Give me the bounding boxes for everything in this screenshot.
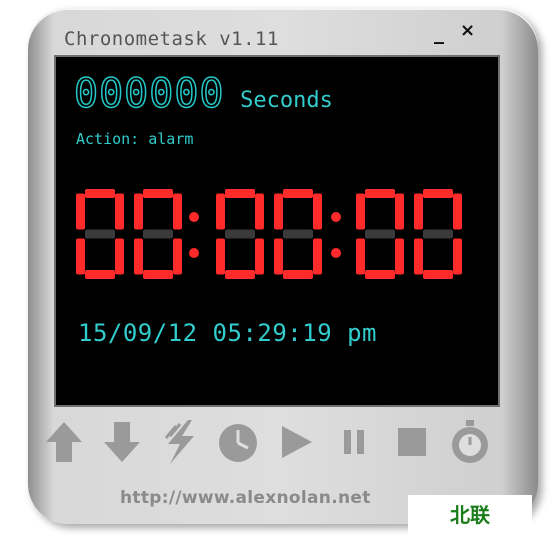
- segment-e: [216, 238, 225, 275]
- segment-c: [313, 238, 322, 275]
- segment-e: [274, 238, 283, 275]
- segment-d: [143, 270, 173, 279]
- lightning-icon[interactable]: [158, 418, 202, 466]
- clock-digit: [216, 189, 264, 279]
- segment-b: [255, 193, 264, 230]
- segment-c: [173, 238, 182, 275]
- minimize-button[interactable]: _: [434, 20, 444, 44]
- segment-e: [76, 238, 85, 275]
- window-title: Chronometask v1.11: [64, 28, 279, 50]
- segment-c: [395, 238, 404, 275]
- segment-e: [414, 238, 423, 275]
- pause-icon[interactable]: [332, 418, 376, 466]
- clock-digit: [76, 189, 124, 279]
- seconds-counter: 000000: [73, 70, 225, 118]
- colon-dot: [331, 212, 341, 222]
- segment-f: [414, 193, 423, 230]
- segment-a: [283, 189, 313, 198]
- segment-f: [216, 193, 225, 230]
- segment-d: [423, 270, 453, 279]
- app-window: Chronometask v1.11 _ × 000000 Seconds Ac…: [28, 8, 538, 524]
- seconds-label: Seconds: [240, 88, 333, 113]
- seven-segment-clock: [76, 189, 462, 279]
- segment-c: [255, 238, 264, 275]
- segment-d: [85, 270, 115, 279]
- colon-dot: [189, 248, 199, 258]
- display-screen: 000000 Seconds Action: alarm 15/09/12 05…: [54, 55, 500, 407]
- colon-dot: [189, 212, 199, 222]
- segment-a: [423, 189, 453, 198]
- segment-e: [134, 238, 143, 275]
- segment-g: [365, 229, 395, 239]
- segment-b: [173, 193, 182, 230]
- play-icon[interactable]: [274, 418, 318, 466]
- clock-digit: [274, 189, 322, 279]
- segment-a: [365, 189, 395, 198]
- segment-g: [225, 229, 255, 239]
- segment-b: [453, 193, 462, 230]
- segment-b: [313, 193, 322, 230]
- colon-dot: [331, 248, 341, 258]
- clock-digit: [356, 189, 404, 279]
- segment-d: [283, 270, 313, 279]
- segment-f: [356, 193, 365, 230]
- segment-f: [274, 193, 283, 230]
- arrow-up-icon[interactable]: [42, 418, 86, 466]
- segment-d: [225, 270, 255, 279]
- clock-digit: [134, 189, 182, 279]
- segment-d: [365, 270, 395, 279]
- segment-g: [423, 229, 453, 239]
- stop-icon[interactable]: [390, 418, 434, 466]
- arrow-down-icon[interactable]: [100, 418, 144, 466]
- segment-f: [134, 193, 143, 230]
- action-label: Action: alarm: [76, 130, 194, 148]
- segment-g: [85, 229, 115, 239]
- stopwatch-icon[interactable]: [448, 418, 492, 466]
- segment-e: [356, 238, 365, 275]
- seconds-row: 000000 Seconds: [73, 70, 333, 118]
- segment-a: [85, 189, 115, 198]
- watermark-logo: 北联: [408, 495, 532, 535]
- clock-icon[interactable]: [216, 418, 260, 466]
- clock-digit: [414, 189, 462, 279]
- website-link[interactable]: http://www.alexnolan.net: [120, 488, 371, 508]
- segment-g: [143, 229, 173, 239]
- segment-b: [395, 193, 404, 230]
- datetime-readout: 15/09/12 05:29:19 pm: [78, 319, 377, 347]
- segment-a: [225, 189, 255, 198]
- close-button[interactable]: ×: [460, 20, 475, 41]
- segment-c: [115, 238, 124, 275]
- segment-g: [283, 229, 313, 239]
- toolbar: [42, 418, 502, 468]
- segment-a: [143, 189, 173, 198]
- segment-c: [453, 238, 462, 275]
- segment-b: [115, 193, 124, 230]
- segment-f: [76, 193, 85, 230]
